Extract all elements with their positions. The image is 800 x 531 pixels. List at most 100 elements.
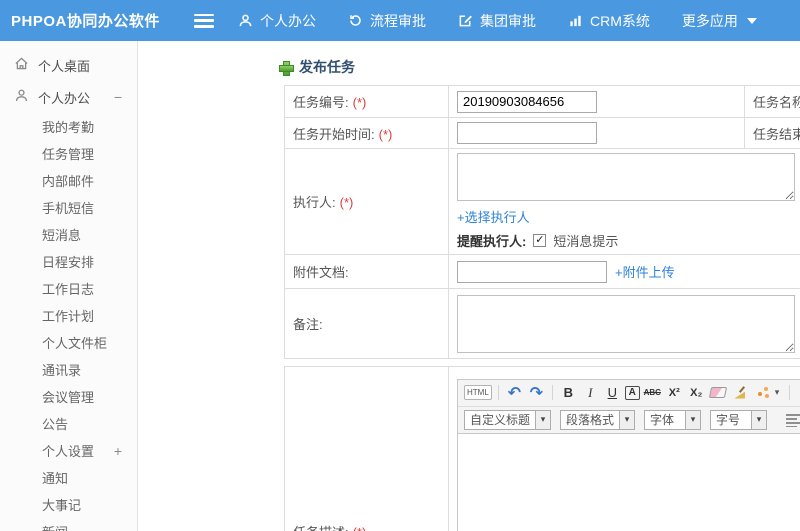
attachment-field-cell: +附件上传 — [448, 254, 800, 289]
toolbar-separator — [497, 385, 499, 400]
sidebar-item-task-management[interactable]: 任务管理 — [0, 140, 137, 167]
editor-underline-button[interactable]: U — [603, 383, 622, 402]
editor-redo-icon[interactable]: ↷ — [527, 383, 546, 402]
sidebar-item-notification[interactable]: 通知 — [0, 464, 137, 491]
editor-undo-icon[interactable]: ↶ — [505, 383, 524, 402]
page-title-row: 发布任务 — [279, 57, 355, 77]
select-executor-link[interactable]: +选择执行人 — [457, 210, 530, 225]
chevron-down-icon — [746, 17, 757, 24]
nav-label: 流程审批 — [370, 12, 426, 29]
executor-textarea[interactable] — [457, 153, 795, 201]
editor-eraser-icon[interactable] — [709, 383, 728, 402]
sidebar-item-label: 个人设置 — [42, 444, 95, 459]
required-mark: (*) — [352, 95, 367, 110]
sidebar-item-label: 公告 — [42, 417, 69, 432]
chevron-down-icon: ▾ — [685, 410, 701, 429]
sidebar-item-label: 新闻 — [42, 522, 68, 531]
sidebar-item-label: 大事记 — [42, 498, 82, 513]
editor-custom-title-dropdown[interactable]: 自定义标题 ▾ — [464, 409, 552, 430]
editor-font-size-dropdown[interactable]: 字号 ▾ — [710, 409, 768, 430]
attachment-label-cell: 附件文档: — [284, 254, 449, 289]
sidebar-item-news[interactable]: 新闻 — [0, 518, 137, 531]
home-icon — [14, 56, 29, 74]
sidebar-item-personal-desktop[interactable]: 个人桌面 — [0, 49, 137, 81]
remark-textarea[interactable] — [457, 294, 795, 353]
editor-toolbar-row-1: HTML ↶ ↷ B I U A ABC X² X₂ ▾ — [458, 379, 800, 407]
main-content: 发布任务 任务编号:(*) 任务名称:(*) — [138, 41, 800, 531]
sidebar-item-schedule[interactable]: 日程安排 — [0, 248, 137, 275]
sidebar-item-announcement[interactable]: 公告 — [0, 410, 137, 437]
editor-paragraph-format-dropdown[interactable]: 段落格式 ▾ — [560, 409, 636, 430]
nav-label: 集团审批 — [480, 12, 536, 29]
editor-align-left-icon[interactable] — [786, 412, 800, 427]
editor-html-source-button[interactable]: HTML — [464, 385, 492, 400]
sms-remind-checkbox[interactable]: ✓ — [533, 234, 547, 247]
task-no-label-cell: 任务编号: (*) — [284, 85, 449, 118]
field-label: 任务开始时间: — [293, 126, 375, 142]
chevron-down-icon: ▾ — [619, 410, 635, 429]
nav-process-approval[interactable]: 流程审批 — [348, 11, 426, 31]
menu-toggle-icon[interactable] — [194, 13, 214, 28]
editor-blockquote-button[interactable]: 66 — [796, 383, 800, 402]
editor-format-brush-icon[interactable] — [731, 383, 750, 402]
nav-group-approval[interactable]: 集团审批 — [458, 11, 536, 31]
editor-bold-button[interactable]: B — [559, 383, 578, 402]
chevron-down-icon: ▾ — [535, 410, 551, 429]
nav-personal-office[interactable]: 个人办公 — [238, 11, 316, 31]
sidebar-item-my-attendance[interactable]: 我的考勤 — [0, 113, 137, 140]
editor-effects-caret-icon[interactable]: ▾ — [775, 387, 783, 398]
editor-content-area[interactable] — [458, 433, 800, 531]
sidebar-item-mobile-sms[interactable]: 手机短信 — [0, 194, 137, 221]
sidebar-item-personal-settings[interactable]: 个人设置 + — [0, 437, 137, 464]
start-time-label-cell: 任务开始时间: (*) — [284, 117, 449, 149]
toolbar-separator — [551, 385, 553, 400]
editor-toolbar-row-2: 自定义标题 ▾ 段落格式 ▾ 字体 ▾ 字号 ▾ — [458, 406, 800, 434]
table-row: 附件文档: +附件上传 — [284, 254, 800, 289]
field-label: 任务编号: — [293, 95, 349, 110]
task-no-input[interactable] — [457, 90, 597, 113]
table-row: 执行人: (*) +选择执行人 提醒执行人: ✓ 短消息提示 — [284, 148, 800, 255]
task-name-label-cell: 任务名称:(*) — [744, 85, 800, 118]
editor-italic-button[interactable]: I — [581, 383, 600, 402]
sidebar-item-meeting-management[interactable]: 会议管理 — [0, 383, 137, 410]
sidebar-item-label: 个人文件柜 — [42, 336, 108, 351]
user-icon — [14, 88, 29, 106]
dropdown-value: 字号 — [716, 413, 741, 427]
sidebar-item-short-message[interactable]: 短消息 — [0, 221, 137, 248]
dropdown-value: 段落格式 — [566, 413, 615, 427]
start-time-field-cell — [448, 117, 745, 149]
attachment-input[interactable] — [457, 260, 607, 283]
sidebar-item-internal-mail[interactable]: 内部邮件 — [0, 167, 137, 194]
attachment-upload-link[interactable]: +附件上传 — [615, 262, 675, 281]
sidebar-item-personal-office[interactable]: 个人办公 − — [0, 81, 137, 113]
sidebar-item-label: 个人办公 — [38, 90, 91, 106]
sidebar-item-label: 会议管理 — [42, 390, 95, 405]
start-time-input[interactable] — [457, 122, 597, 144]
field-label: 任务结束时间: — [753, 126, 800, 142]
sidebar: 个人桌面 个人办公 − 我的考勤 任务管理 内部邮件 手机短信 短消息 日程安排… — [0, 41, 138, 531]
editor-font-family-dropdown[interactable]: 字体 ▾ — [644, 409, 702, 430]
editor-effects-icon[interactable] — [753, 383, 772, 402]
table-row: 任务编号:(*) 任务名称:(*) — [284, 85, 800, 118]
sidebar-item-label: 通讯录 — [42, 363, 82, 378]
expand-icon: + — [113, 442, 122, 459]
nav-crm-system[interactable]: CRM系统 — [568, 11, 650, 31]
sidebar-item-label: 工作计划 — [42, 309, 95, 324]
nav-more-apps[interactable]: 更多应用 — [682, 11, 757, 31]
app-window: PHPOA协同办公软件 个人办公 流程审批 集团审批 CRM系统 更多应用 个人… — [0, 0, 800, 531]
sidebar-item-work-plan[interactable]: 工作计划 — [0, 302, 137, 329]
sidebar-item-work-log[interactable]: 工作日志 — [0, 275, 137, 302]
sidebar-item-memorabilia[interactable]: 大事记 — [0, 491, 137, 518]
sidebar-item-file-cabinet[interactable]: 个人文件柜 — [0, 329, 137, 356]
editor-superscript-button[interactable]: X² — [665, 383, 684, 402]
field-label: 任务名称: — [753, 95, 800, 110]
sidebar-item-contacts[interactable]: 通讯录 — [0, 356, 137, 383]
description-label-cell: 任务描述: (*) — [284, 366, 449, 531]
editor-text-style-button[interactable]: A — [624, 385, 640, 400]
editor-strikethrough-button[interactable]: ABC — [643, 383, 662, 402]
alignment-button-group — [786, 412, 800, 427]
executor-field-cell: +选择执行人 提醒执行人: ✓ 短消息提示 — [448, 148, 800, 255]
editor-subscript-button[interactable]: X₂ — [687, 383, 706, 402]
app-logo: PHPOA协同办公软件 — [11, 13, 160, 30]
dropdown-value: 字体 — [650, 413, 675, 427]
